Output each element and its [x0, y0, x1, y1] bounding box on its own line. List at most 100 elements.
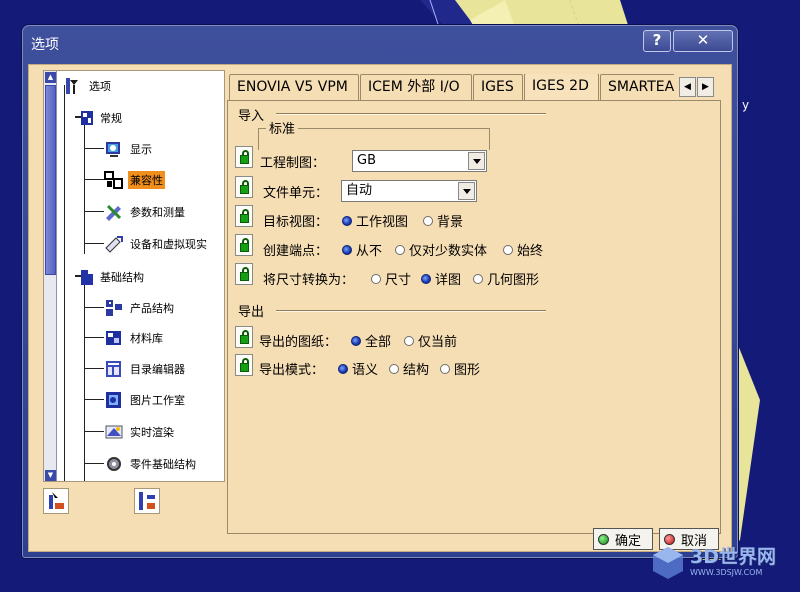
radio-dot — [421, 273, 431, 284]
radio-label: 从不 — [356, 244, 383, 259]
endpoints-never-radio[interactable]: 从不 — [342, 240, 382, 259]
export-section-title: 导出 — [238, 305, 265, 320]
radio-label: 全部 — [365, 335, 392, 350]
tree-item-label: 产品结构 — [130, 302, 174, 315]
radio-label: 结构 — [403, 363, 430, 378]
display-icon — [104, 139, 124, 159]
endpoints-always-radio[interactable]: 始终 — [503, 240, 543, 259]
tree-item-display[interactable]: 显示 — [104, 139, 154, 159]
mode-structure-radio[interactable]: 结构 — [389, 359, 429, 378]
tree-item-material-library[interactable]: 材料库 — [104, 328, 165, 348]
tree-item-label: 实时渲染 — [130, 426, 174, 439]
convert-detail-radio[interactable]: 详图 — [421, 269, 461, 288]
tab-enovia[interactable]: ENOVIA V5 VPM — [229, 74, 359, 100]
scroll-up-arrow-icon[interactable]: ▲ — [45, 72, 56, 83]
tab-scroll-right-icon[interactable]: ▶ — [697, 77, 714, 97]
product-structure-icon — [104, 298, 124, 318]
target-view-label: 目标视图： — [263, 215, 329, 230]
create-endpoints-label: 创建端点： — [263, 244, 329, 259]
tab-scroll-left-icon[interactable]: ◀ — [679, 77, 696, 97]
tab-iges[interactable]: IGES — [473, 74, 523, 100]
export-mode-label: 导出模式： — [259, 363, 325, 378]
tree-expand-button[interactable] — [134, 488, 160, 514]
tree-connector — [84, 431, 104, 432]
mode-graphic-radio[interactable]: 图形 — [440, 359, 480, 378]
endpoints-few-radio[interactable]: 仅对少数实体 — [395, 240, 487, 259]
sheets-current-radio[interactable]: 仅当前 — [404, 331, 457, 350]
drawing-standard-select[interactable]: GB — [352, 150, 487, 172]
cancel-icon — [664, 533, 675, 545]
convert-dims-label: 将尺寸转换为： — [263, 273, 355, 288]
infrastructure-icon — [74, 267, 94, 287]
tree-item-realtime-render[interactable]: 实时渲染 — [104, 422, 176, 442]
tree-item-catalog-editor[interactable]: 目录编辑器 — [104, 359, 187, 379]
photo-studio-icon — [104, 390, 124, 410]
watermark-cube-icon — [653, 547, 683, 579]
convert-geometry-radio[interactable]: 几何图形 — [473, 269, 539, 288]
tree-connector — [84, 211, 104, 212]
chevron-down-icon[interactable] — [468, 152, 485, 170]
watermark-text: 3D世界网 — [690, 546, 776, 568]
standard-group-title: 标准 — [266, 118, 299, 137]
tree-item-infrastructure[interactable]: 基础结构 — [74, 267, 146, 287]
dialog-title: 选项 — [31, 37, 59, 53]
file-unit-select[interactable]: 自动 — [341, 180, 477, 202]
help-button[interactable]: ? — [643, 30, 671, 52]
lock-icon[interactable] — [235, 205, 253, 227]
convert-dimension-radio[interactable]: 尺寸 — [371, 269, 411, 288]
radio-dot — [371, 273, 381, 284]
chevron-down-icon[interactable] — [458, 182, 475, 200]
tree-connector — [84, 179, 104, 180]
dialog-client-area: ▲ ▼ 选项 常规 显示 兼容性 参数和测量 设备和虚拟现实 基础结构 产品结构… — [28, 64, 732, 552]
tree-scrollbar[interactable]: ▲ ▼ — [44, 71, 57, 481]
radio-label: 背景 — [437, 215, 464, 230]
tab-smarteam[interactable]: SMARTEAM — [600, 74, 674, 100]
tree-item-label: 常规 — [100, 112, 122, 125]
scroll-thumb[interactable] — [45, 85, 56, 275]
target-view-background-radio[interactable]: 背景 — [423, 211, 463, 230]
tab-strip: ENOVIA V5 VPM ICEM 外部 I/O IGES IGES 2D S… — [229, 74, 674, 100]
ok-button[interactable]: 确定 — [593, 528, 653, 550]
lock-icon[interactable] — [235, 354, 253, 376]
tree-item-compatibility[interactable]: 兼容性 — [104, 170, 165, 190]
tree-item-photo-studio[interactable]: 图片工作室 — [104, 390, 187, 410]
lock-icon[interactable] — [235, 326, 253, 348]
target-view-work-radio[interactable]: 工作视图 — [342, 211, 408, 230]
go-parent-icon — [49, 492, 64, 509]
tab-iges-2d[interactable]: IGES 2D — [524, 74, 599, 100]
tree-item-devices[interactable]: 设备和虚拟现实 — [104, 234, 209, 254]
tree-item-label: 材料库 — [130, 332, 163, 345]
import-section-title: 导入 — [238, 109, 265, 124]
tree-item-options[interactable]: 选项 — [63, 76, 113, 96]
radio-label: 仅当前 — [418, 335, 458, 350]
watermark-url: WWW.3DSJW.COM — [690, 568, 763, 577]
tree-connector — [84, 243, 104, 244]
sheets-all-radio[interactable]: 全部 — [351, 331, 391, 350]
scroll-down-arrow-icon[interactable]: ▼ — [45, 470, 56, 481]
tree-connector — [84, 279, 85, 481]
tree-item-general[interactable]: 常规 — [74, 108, 124, 128]
drawing-standard-label: 工程制图： — [260, 156, 326, 171]
radio-dot — [440, 363, 450, 374]
tree-item-label: 参数和测量 — [130, 206, 185, 219]
tree-item-part-infrastructure[interactable]: 零件基础结构 — [104, 454, 198, 474]
close-button[interactable]: ✕ — [673, 30, 733, 52]
tree-item-label: 零件基础结构 — [130, 458, 196, 471]
tree-connector — [84, 148, 104, 149]
tree-item-product-structure[interactable]: 产品结构 — [104, 298, 176, 318]
radio-dot — [342, 244, 352, 255]
radio-label: 工作视图 — [356, 215, 409, 230]
tab-icem[interactable]: ICEM 外部 I/O — [360, 74, 472, 100]
lock-icon[interactable] — [235, 234, 253, 256]
tree-parent-button[interactable] — [43, 488, 69, 514]
tree-item-parameters[interactable]: 参数和测量 — [104, 202, 187, 222]
mode-semantic-radio[interactable]: 语义 — [338, 359, 378, 378]
expand-tree-icon — [139, 492, 155, 510]
compatibility-icon — [104, 170, 124, 190]
lock-icon[interactable] — [235, 146, 253, 168]
radio-dot — [503, 244, 513, 255]
lock-icon[interactable] — [235, 176, 253, 198]
lock-icon[interactable] — [235, 263, 253, 285]
radio-label: 始终 — [517, 244, 544, 259]
tree-item-partial — [104, 481, 122, 482]
